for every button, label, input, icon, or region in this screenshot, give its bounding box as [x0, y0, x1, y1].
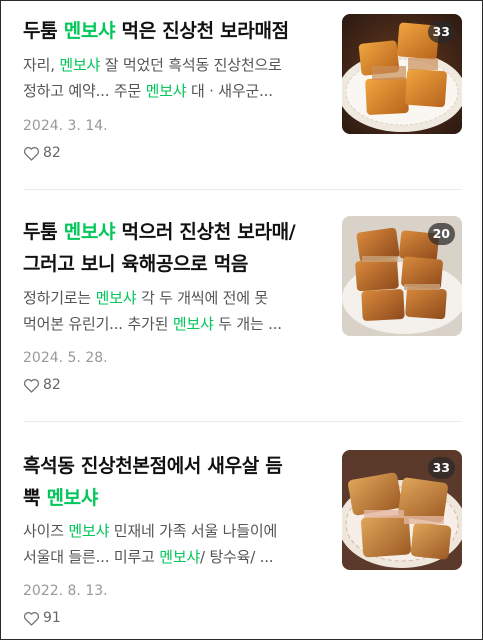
like-count-value: 91 — [43, 610, 61, 626]
text-segment: 흑석동 진상천본점에서 새우살 듬 — [23, 455, 283, 477]
text-segment: 자리, — [23, 56, 60, 74]
text-segment: 두 개는 ... — [213, 315, 282, 333]
keyword-highlight: 멘보샤 — [145, 82, 187, 100]
post-date: 2024. 3. 14. — [23, 118, 108, 134]
post-snippet: 자리, 멘보샤 잘 먹었던 흑석동 진상천으로 정하고 예약... 주문 멘보샤 … — [23, 52, 333, 104]
keyword-highlight: 멘보샤 — [46, 487, 99, 509]
like-count-value: 82 — [43, 377, 61, 393]
photo-count-badge: 20 — [427, 223, 455, 245]
keyword-highlight: 멘보샤 — [63, 20, 116, 42]
app-frame: 두툼 멘보샤 먹은 진상천 보라매점 자리, 멘보샤 잘 먹었던 흑석동 진상천… — [0, 0, 483, 640]
divider — [23, 421, 462, 422]
post-thumbnail[interactable]: 33 — [342, 14, 462, 134]
text-segment: 그러고 보니 육해공으로 먹음 — [23, 253, 249, 275]
post-date: 2022. 8. 13. — [23, 583, 108, 599]
keyword-highlight: 멘보샤 — [68, 522, 110, 540]
text-segment: 먹으러 진상천 보라매/ — [115, 221, 296, 243]
post-title[interactable]: 두툼 멘보샤 먹으러 진상천 보라매/그러고 보니 육해공으로 먹음 — [23, 216, 333, 280]
text-segment: 각 두 개씩에 전에 못 — [136, 289, 269, 307]
post-snippet: 정하기로는 멘보샤 각 두 개씩에 전에 못먹어본 유린기... 추가된 멘보샤… — [23, 285, 333, 337]
post-title[interactable]: 두툼 멘보샤 먹은 진상천 보라매점 — [23, 15, 333, 47]
like-count[interactable]: 82 — [23, 145, 61, 161]
text-segment: 정하기로는 — [23, 289, 96, 307]
text-segment: 뿍 — [23, 487, 47, 509]
like-count[interactable]: 82 — [23, 377, 61, 393]
keyword-highlight: 멘보샤 — [172, 315, 214, 333]
text-segment: 두툼 — [23, 221, 64, 243]
divider — [23, 189, 462, 190]
like-count-value: 82 — [43, 145, 61, 161]
post-snippet: 사이즈 멘보샤 민재네 가족 서울 나들이에 서울대 들른... 미루고 멘보샤/… — [23, 518, 333, 570]
text-segment: 잘 먹었던 흑석동 진상천으로 — [100, 56, 282, 74]
post-thumbnail[interactable]: 33 — [342, 450, 462, 570]
text-segment: 사이즈 — [23, 522, 69, 540]
photo-count-badge: 33 — [427, 457, 455, 479]
text-segment: / 탕수육/ ... — [200, 548, 274, 566]
keyword-highlight: 멘보샤 — [159, 548, 201, 566]
post-title[interactable]: 흑석동 진상천본점에서 새우살 듬뿍 멘보샤 — [23, 450, 333, 514]
heart-outline-icon[interactable] — [23, 146, 40, 161]
text-segment: 먹어본 유린기... 추가된 — [23, 315, 173, 333]
post-date: 2024. 5. 28. — [23, 350, 108, 366]
text-segment: 두툼 — [23, 20, 64, 42]
text-segment: 대 · 새우군... — [186, 82, 273, 100]
like-count[interactable]: 91 — [23, 610, 61, 626]
text-segment: 먹은 진상천 보라매점 — [115, 20, 290, 42]
text-segment: 정하고 예약... 주문 — [23, 82, 146, 100]
keyword-highlight: 멘보샤 — [59, 56, 101, 74]
photo-count-badge: 33 — [427, 21, 455, 43]
heart-outline-icon[interactable] — [23, 378, 40, 393]
keyword-highlight: 멘보샤 — [95, 289, 137, 307]
heart-outline-icon[interactable] — [23, 611, 40, 626]
keyword-highlight: 멘보샤 — [63, 221, 116, 243]
text-segment: 서울대 들른... 미루고 — [23, 548, 160, 566]
text-segment: 민재네 가족 서울 나들이에 — [109, 522, 278, 540]
post-thumbnail[interactable]: 20 — [342, 216, 462, 336]
